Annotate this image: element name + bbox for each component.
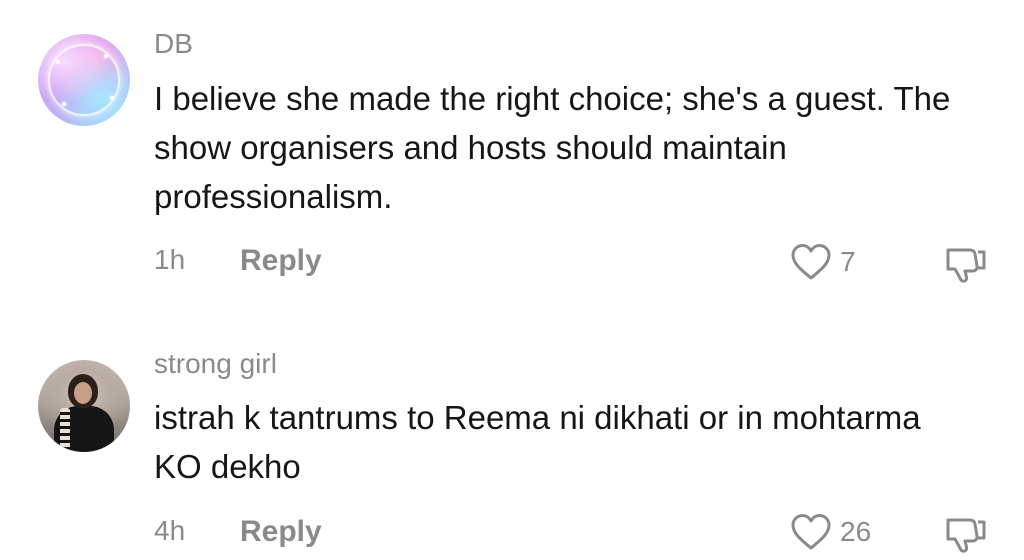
comment-username[interactable]: DB: [154, 28, 193, 60]
sparkle-decoration: [104, 54, 108, 58]
reply-button[interactable]: Reply: [240, 515, 322, 549]
comment-timestamp: 1h: [154, 244, 186, 275]
sparkle-decoration: [110, 96, 114, 100]
comment-item: strong girl istrah k tantrums to Reema n…: [0, 330, 1024, 560]
comment-timestamp: 4h: [154, 515, 186, 546]
avatar-figure-face: [74, 382, 92, 404]
comment-username[interactable]: strong girl: [154, 348, 277, 380]
thumbs-down-outline-icon[interactable]: [944, 244, 988, 284]
thumbs-down-outline-icon[interactable]: [944, 514, 988, 554]
avatar-figure-scarf: [60, 408, 70, 452]
comment-text: istrah k tantrums to Reema ni dikhati or…: [154, 399, 921, 485]
like-button[interactable]: 7: [790, 242, 856, 282]
like-count: 26: [840, 516, 872, 547]
heart-outline-icon: [791, 244, 831, 280]
avatar[interactable]: [38, 34, 130, 126]
sparkle-decoration: [62, 102, 66, 106]
heart-outline-icon: [791, 514, 831, 550]
comment-text: I believe she made the right choice; she…: [154, 80, 951, 215]
comment-item: DB I believe she made the right choice; …: [0, 0, 1024, 300]
reply-button[interactable]: Reply: [240, 244, 322, 278]
avatar[interactable]: [38, 360, 130, 452]
like-button[interactable]: 26: [790, 512, 871, 552]
like-count: 7: [840, 246, 856, 277]
avatar-ring: [48, 44, 120, 116]
sparkle-decoration: [56, 60, 60, 64]
